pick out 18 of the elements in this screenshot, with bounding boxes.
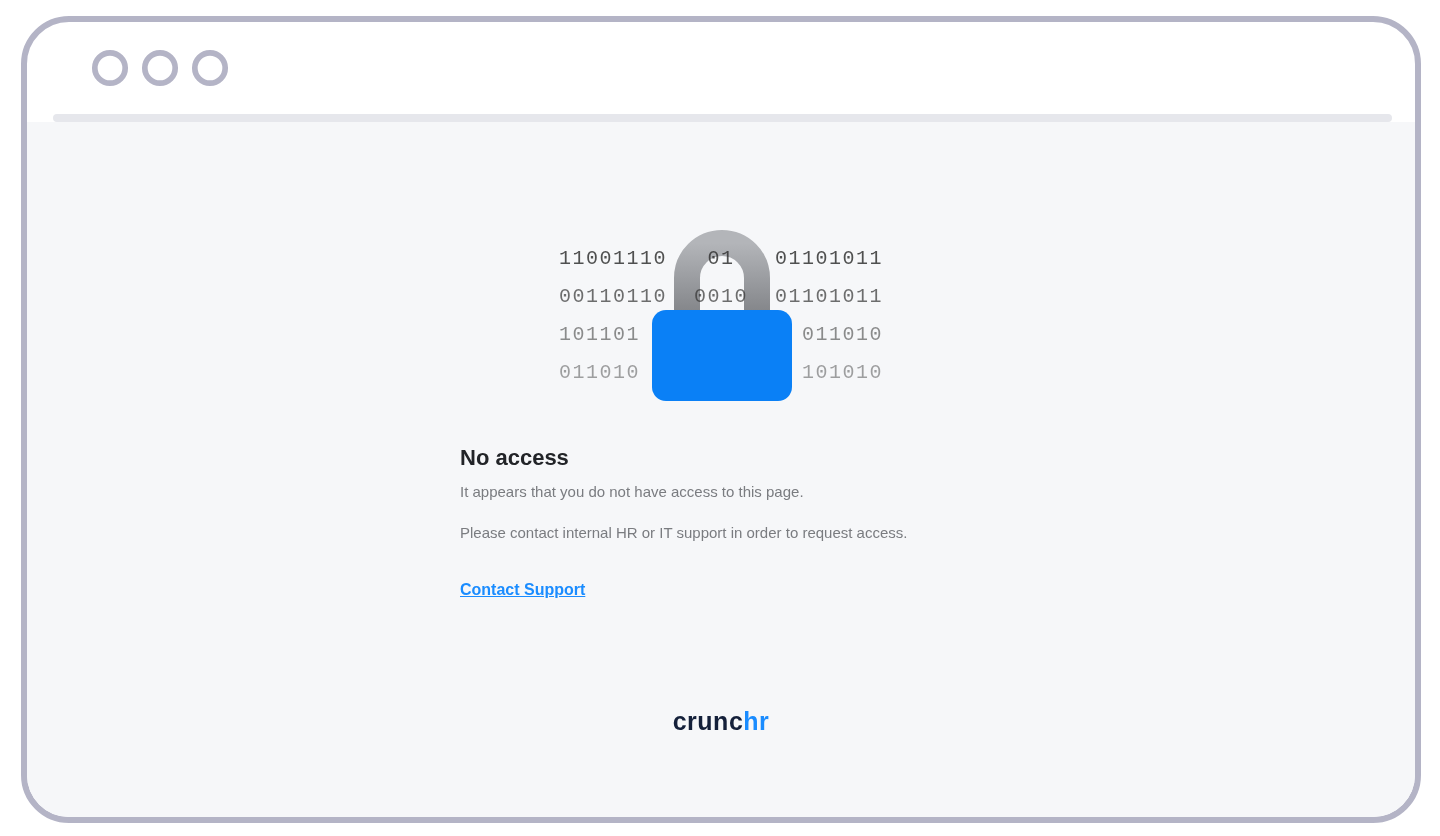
window-control-icon	[141, 49, 179, 87]
message-text: It appears that you do not have access to this page.	[460, 483, 805, 500]
window-control-icon	[191, 49, 229, 87]
binary-text: 11001110	[559, 246, 667, 272]
logo: crunchr	[672, 707, 770, 736]
window-control-icon	[91, 49, 129, 87]
binary-text: 01101011	[775, 284, 883, 310]
binary-text: 011010	[559, 360, 640, 386]
contact-support-link[interactable]: Contact Support	[460, 581, 586, 599]
binary-text: 011010	[802, 322, 883, 348]
message-text: Please contact internal HR or IT support in order to request access.	[460, 524, 909, 541]
binary-text: 01101011	[775, 246, 883, 272]
binary-text: 101010	[802, 360, 883, 386]
binary-text: 00110110	[559, 284, 667, 310]
binary-text: 01	[707, 247, 735, 270]
page-title: No access	[460, 445, 570, 471]
padlock-body-icon	[652, 310, 792, 401]
binary-text: 101101	[559, 322, 640, 348]
